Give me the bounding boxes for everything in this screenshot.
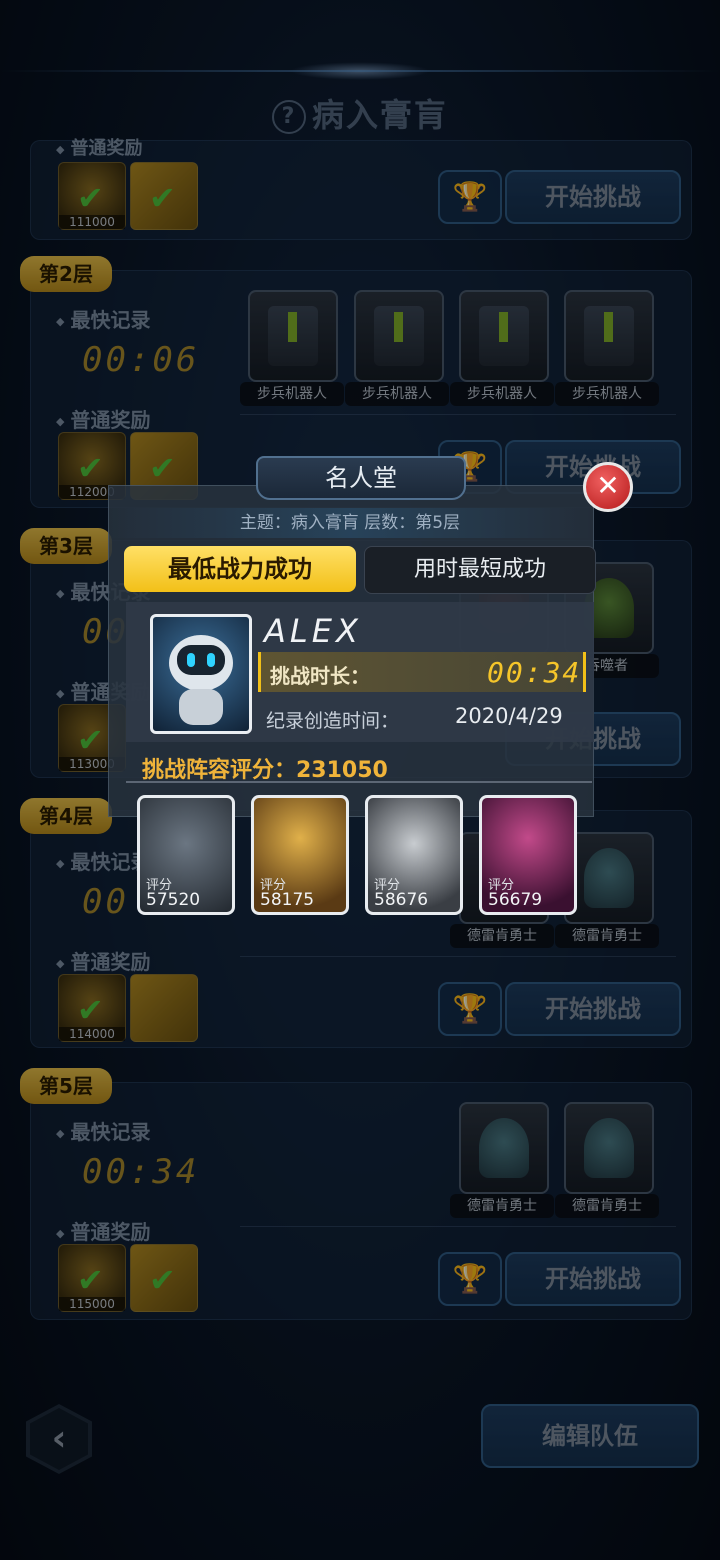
dialog-title: 名人堂 (256, 456, 466, 500)
hero-card: 评分 58676 (365, 795, 463, 915)
tab-shortest-time[interactable]: 用时最短成功 (364, 546, 596, 594)
hero-card: 评分 56679 (479, 795, 577, 915)
hero-score: 58676 (374, 890, 429, 910)
hero-card: 评分 58175 (251, 795, 349, 915)
hero-card: 评分 57520 (137, 795, 235, 915)
avatar (150, 614, 252, 734)
dialog-subtitle: 主题：病入膏肓 层数：第5层 (108, 508, 592, 538)
team-score: 挑战阵容评分：231050 (142, 758, 388, 783)
hero-score: 56679 (488, 890, 543, 910)
duration-label: 挑战时长： (270, 664, 370, 688)
created-time-label: 纪录创造时间： (266, 710, 400, 732)
created-time-value: 2020/4/29 (455, 704, 563, 728)
player-name: ALEX (264, 612, 362, 650)
divider (126, 781, 592, 783)
hero-score: 57520 (146, 890, 201, 910)
hero-score: 58175 (260, 890, 315, 910)
duration-value: 00:34 (487, 656, 582, 689)
tab-lowest-power[interactable]: 最低战力成功 (124, 546, 356, 592)
close-icon[interactable]: ✕ (583, 462, 633, 512)
